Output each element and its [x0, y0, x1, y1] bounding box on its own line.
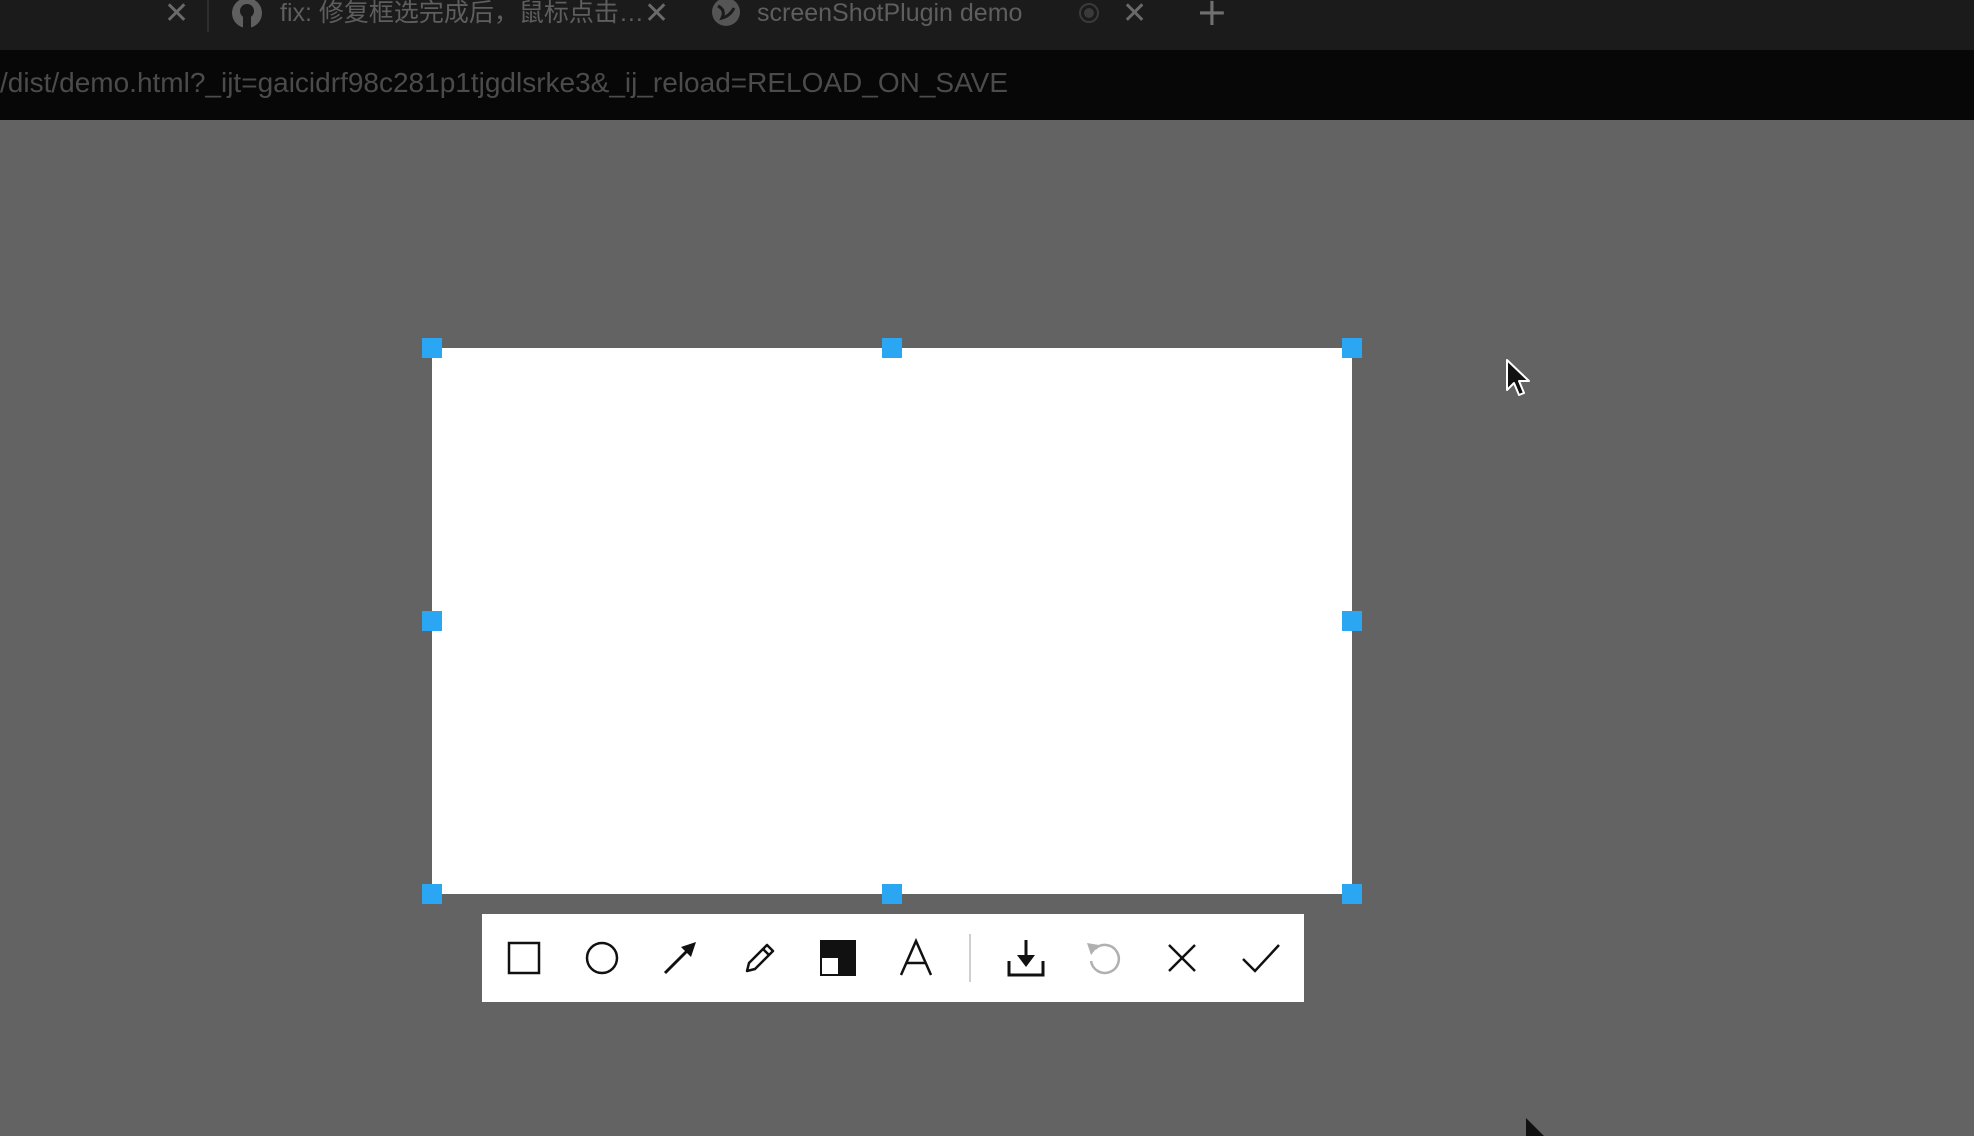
address-url: /dist/demo.html?_ijt=gaicidrf98c281p1tjg…: [0, 67, 1009, 98]
resize-handle-bottom-right[interactable]: [1342, 884, 1362, 904]
download-icon: [1007, 940, 1045, 977]
tab-separator: [207, 0, 209, 32]
resize-handle-top-right[interactable]: [1342, 338, 1362, 358]
tab-close-icon[interactable]: ✕: [164, 0, 189, 34]
circle-icon: [585, 941, 619, 975]
close-icon: [1168, 944, 1196, 972]
toolbar-divider: [969, 934, 971, 982]
new-tab-icon[interactable]: +: [1196, 0, 1228, 32]
arrow-tool-button[interactable]: [656, 934, 704, 982]
confirm-button[interactable]: [1236, 934, 1284, 982]
pencil-icon: [745, 943, 775, 973]
text-tool-button[interactable]: [892, 934, 940, 982]
tab-close-icon[interactable]: ✕: [644, 0, 669, 34]
resize-handle-bottom-left[interactable]: [422, 884, 442, 904]
address-bar[interactable]: /dist/demo.html?_ijt=gaicidrf98c281p1tjg…: [0, 50, 1974, 120]
resize-handle-right[interactable]: [1342, 611, 1362, 631]
confirm-icon: [1242, 944, 1280, 973]
screenshot-toolbar: [482, 914, 1304, 1002]
tab-title: screenShotPlugin demo: [757, 0, 1023, 27]
circle-tool-button[interactable]: [578, 934, 626, 982]
tab-close-icon[interactable]: ✕: [1122, 0, 1147, 34]
screenshot-selection-area[interactable]: [432, 348, 1352, 894]
cancel-button[interactable]: [1158, 934, 1206, 982]
tab-title: fix: 修复框选完成后，鼠标点击…: [280, 0, 644, 27]
resize-handle-top-left[interactable]: [422, 338, 442, 358]
globe-icon: [712, 0, 740, 26]
undo-button[interactable]: [1080, 934, 1128, 982]
resize-handle-left[interactable]: [422, 611, 442, 631]
mosaic-icon: [820, 940, 856, 976]
rectangle-tool-button[interactable]: [500, 934, 548, 982]
recording-indicator-icon: [1079, 3, 1099, 23]
mouse-cursor-icon: [1526, 1118, 1544, 1136]
mosaic-tool-button[interactable]: [814, 934, 862, 982]
github-icon: [232, 0, 262, 28]
text-icon: [899, 937, 933, 976]
resize-handle-bottom[interactable]: [882, 884, 902, 904]
mouse-cursor-icon: [1506, 359, 1530, 396]
arrow-icon: [663, 942, 696, 975]
pencil-tool-button[interactable]: [736, 934, 784, 982]
resize-handle-top[interactable]: [882, 338, 902, 358]
undo-icon: [1087, 943, 1121, 975]
rectangle-icon: [507, 941, 541, 975]
browser-tab-strip: ✕ fix: 修复框选完成后，鼠标点击… ✕ screenShotPlugin …: [0, 0, 1974, 50]
download-button[interactable]: [1002, 934, 1050, 982]
